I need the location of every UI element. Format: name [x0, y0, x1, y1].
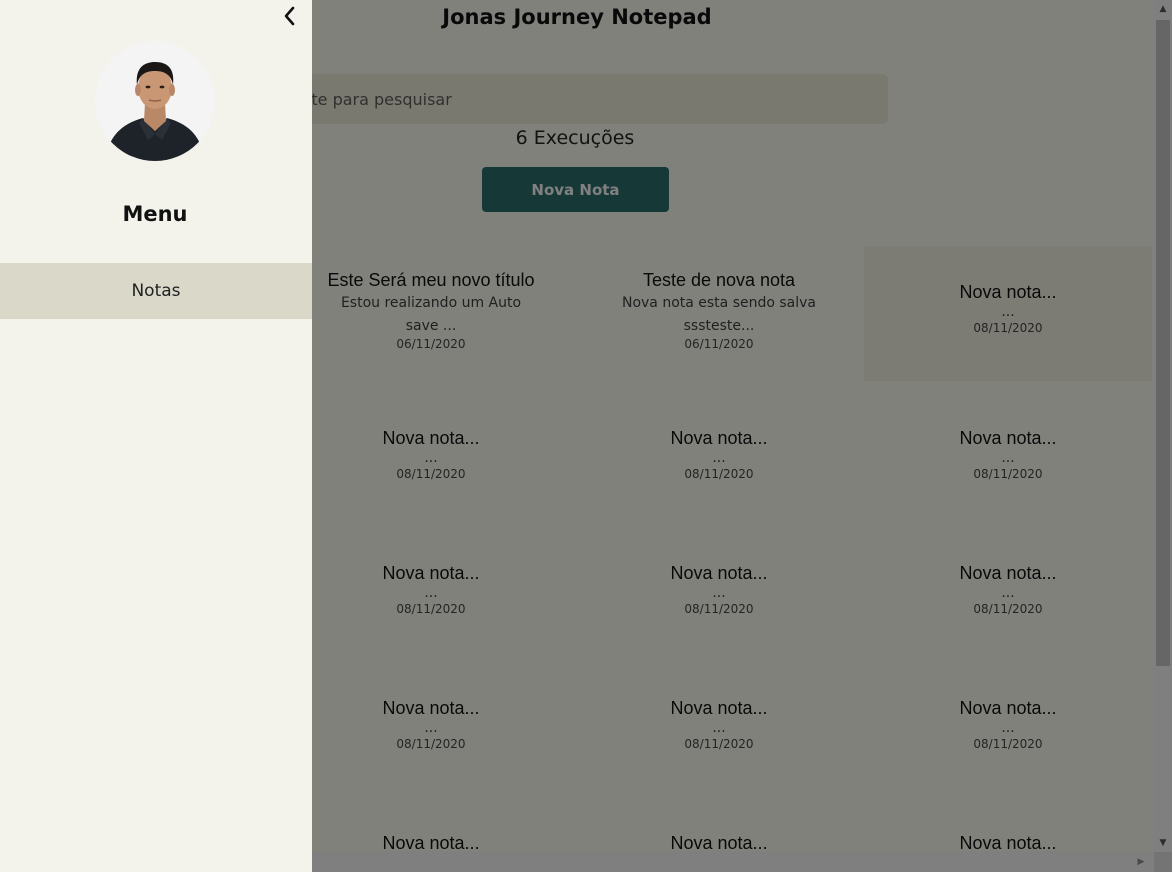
menu-item-label: Notas	[131, 281, 181, 301]
menu-item-notas[interactable]: Notas	[0, 263, 312, 319]
menu-title: Menu	[122, 202, 188, 226]
chevron-left-icon[interactable]	[279, 4, 301, 28]
side-drawer: Menu Notas	[0, 0, 312, 872]
avatar	[95, 41, 215, 161]
